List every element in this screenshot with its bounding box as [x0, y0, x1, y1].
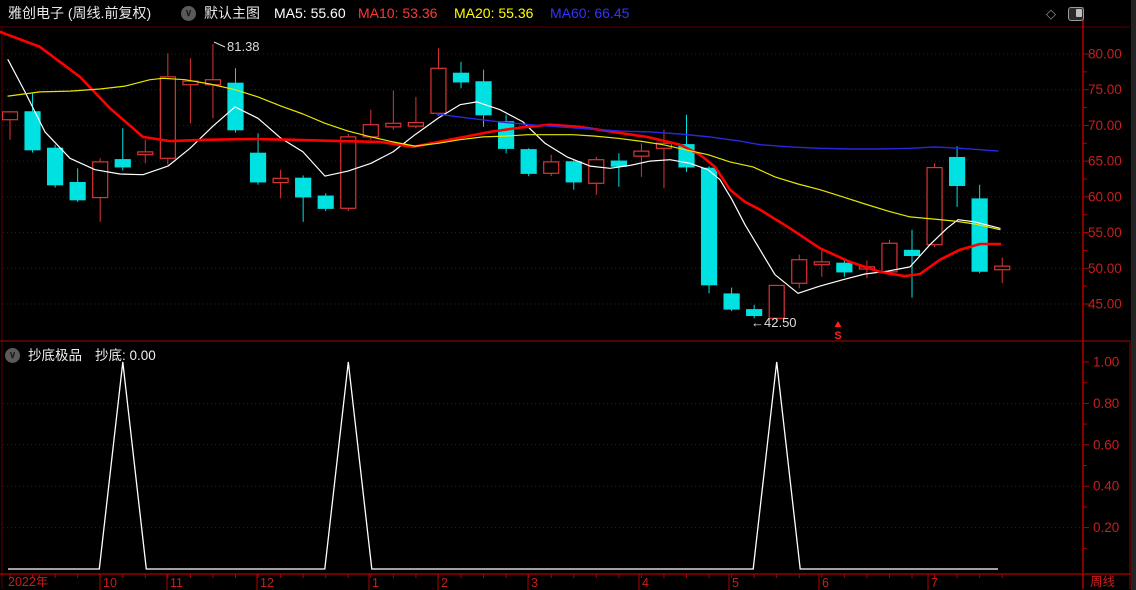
candle[interactable]: [994, 265, 1011, 271]
right-scroll-strip[interactable]: [1131, 0, 1136, 590]
price-axis-label: 45.00: [1088, 297, 1122, 312]
ma10-value: MA10: 53.36: [358, 5, 438, 21]
candle[interactable]: [768, 284, 785, 319]
indicator-name: 抄底极品: [28, 348, 82, 363]
ma20-line: [7, 77, 1001, 231]
candle[interactable]: [452, 72, 470, 83]
price-axis-label: 75.00: [1088, 82, 1122, 97]
price-axis-label: 65.00: [1088, 154, 1122, 169]
candle[interactable]: [69, 181, 86, 201]
signal-arrow-icon: [834, 321, 842, 327]
ma60-value: MA60: 66.45: [550, 5, 630, 21]
candle[interactable]: [137, 151, 154, 156]
candle[interactable]: [926, 166, 943, 246]
candle[interactable]: [565, 161, 582, 183]
price-axis-label: 60.00: [1088, 189, 1122, 204]
month-label: 10: [103, 576, 117, 590]
candle[interactable]: [971, 198, 988, 272]
price-axis-label: 80.00: [1088, 47, 1122, 62]
price-axis-label: 50.00: [1088, 261, 1122, 276]
chevron-down-icon[interactable]: ∨: [5, 348, 20, 363]
indicator-axis-label: 1.00: [1093, 355, 1119, 370]
candle[interactable]: [813, 261, 830, 266]
main-overlay-selector[interactable]: 默认主图: [204, 5, 260, 21]
candle[interactable]: [317, 195, 334, 209]
month-label: 2: [441, 576, 448, 590]
stock-chart-window: 80.00 75.00 70.00 65.00 60.00 55.00 50.00 45.00…: [0, 0, 1136, 590]
period-label[interactable]: 周线: [1090, 575, 1115, 589]
month-label: 5: [732, 576, 739, 590]
candles[interactable]: [1, 44, 1011, 322]
candle[interactable]: [588, 159, 605, 184]
indicator-reading: 抄底: 0.00: [95, 348, 156, 363]
candle[interactable]: [791, 259, 808, 284]
candle[interactable]: [475, 81, 492, 116]
candle[interactable]: [46, 147, 64, 186]
month-label: 4: [642, 576, 649, 590]
candle[interactable]: [114, 159, 131, 168]
year-label: 2022年: [8, 575, 49, 589]
ma5-value: MA5: 55.60: [274, 5, 346, 21]
candle[interactable]: [92, 161, 109, 199]
candle[interactable]: [700, 167, 718, 286]
price-chart-canvas[interactable]: 80.00 75.00 70.00 65.00 60.00 55.00 50.00 45.00…: [0, 0, 1136, 590]
candle[interactable]: [520, 149, 537, 174]
month-label: 12: [260, 576, 274, 590]
candle[interactable]: [272, 177, 289, 184]
month-label: 7: [931, 576, 938, 590]
chevron-down-icon[interactable]: ∨: [181, 6, 196, 21]
price-axis-labels: 80.00 75.00 70.00 65.00 60.00 55.00 50.00 45.00…: [1088, 47, 1122, 536]
candle[interactable]: [1, 111, 19, 121]
indicator-spike-line: [8, 361, 998, 570]
panel-toggle-icon[interactable]: [1068, 7, 1084, 21]
candle[interactable]: [723, 293, 740, 310]
candle[interactable]: [543, 161, 560, 174]
month-label: 3: [531, 576, 538, 590]
stock-title: 雅创电子 (周线.前复权): [8, 5, 152, 21]
candle[interactable]: [295, 177, 312, 198]
indicator-axis-label: 0.80: [1093, 396, 1119, 411]
month-label: 1: [372, 576, 379, 590]
price-annotation: 81.38: [227, 39, 260, 54]
price-axis-label: 70.00: [1088, 118, 1122, 133]
price-axis-label: 55.00: [1088, 225, 1122, 240]
candle[interactable]: [249, 152, 267, 183]
candle[interactable]: [881, 242, 898, 273]
candle[interactable]: [430, 67, 447, 114]
signal-marker: S: [834, 330, 841, 342]
candle[interactable]: [407, 121, 424, 127]
month-label: 11: [170, 576, 183, 590]
time-axis: 10 11 12 1 2 3 4 5 6 7: [9, 574, 1003, 590]
candle[interactable]: [948, 156, 966, 187]
indicator-axis-label: 0.60: [1093, 437, 1119, 452]
diamond-icon[interactable]: ◇: [1046, 7, 1056, 20]
candle[interactable]: [903, 249, 921, 257]
ma60-line: [436, 113, 999, 152]
candle[interactable]: [610, 160, 627, 167]
candle[interactable]: [385, 122, 402, 128]
candle[interactable]: [633, 150, 650, 157]
candle[interactable]: [498, 121, 515, 149]
candle[interactable]: [159, 76, 176, 159]
ma5-line: [7, 59, 1001, 294]
indicator-axis-label: 0.20: [1093, 520, 1119, 535]
month-label: 6: [822, 576, 829, 590]
ma20-value: MA20: 55.36: [454, 5, 534, 21]
indicator-axis-label: 0.40: [1093, 479, 1119, 494]
price-annotation: ←42.50: [751, 315, 797, 330]
candle[interactable]: [836, 262, 853, 273]
